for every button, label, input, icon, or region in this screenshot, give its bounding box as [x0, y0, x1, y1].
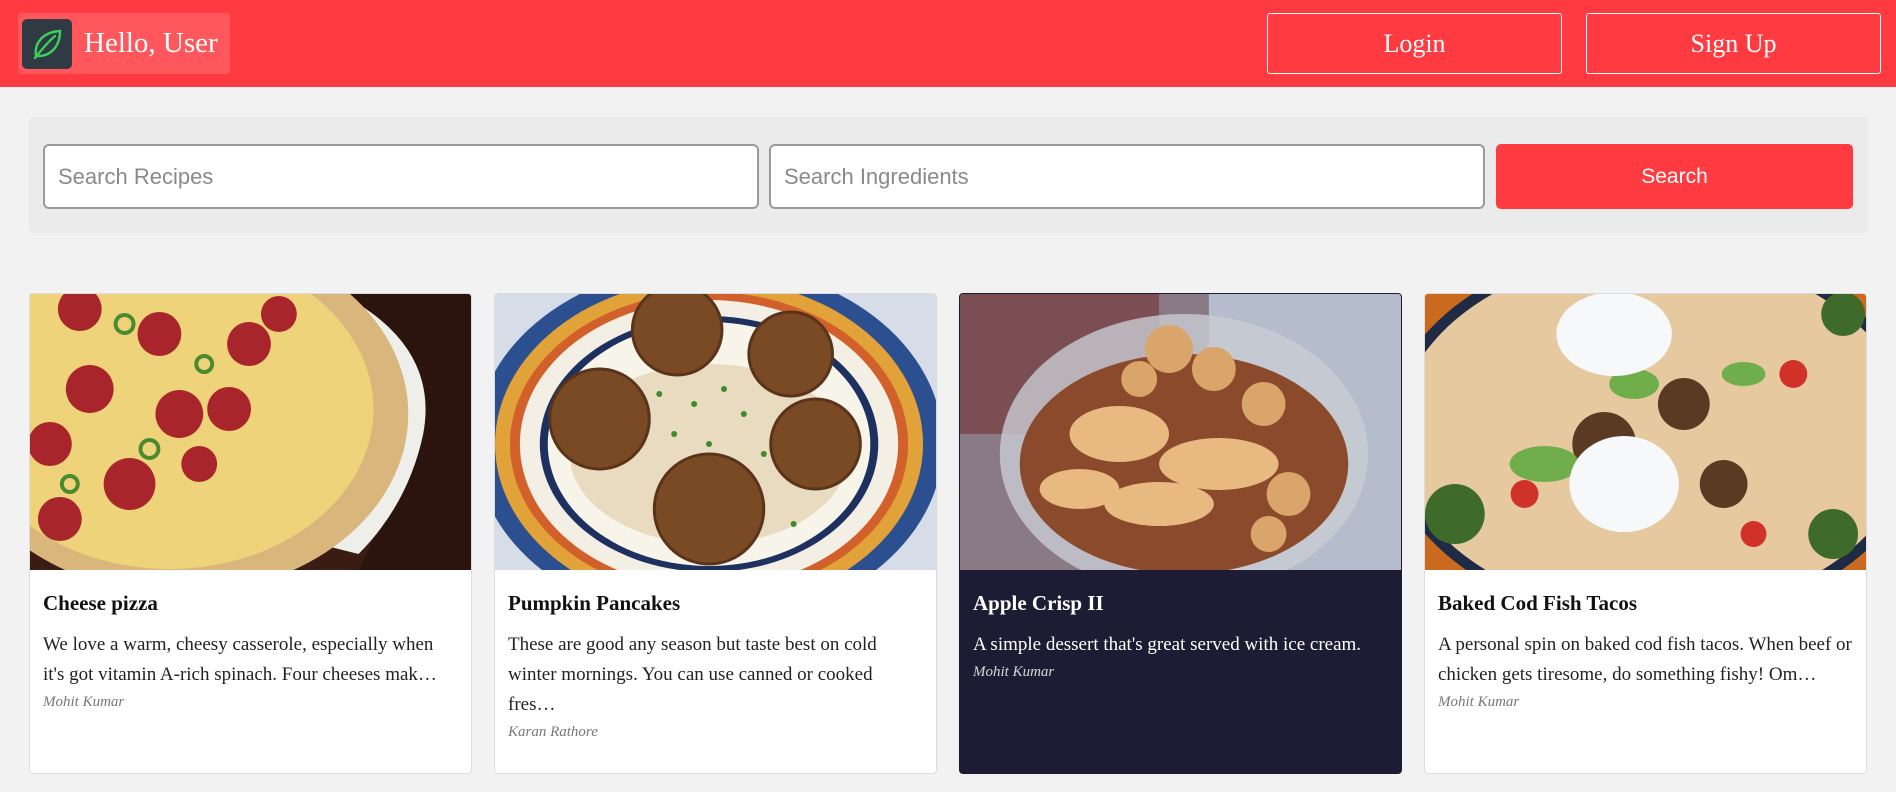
recipe-image-pancakes	[495, 294, 936, 570]
recipe-description: We love a warm, cheesy casserole, especi…	[43, 634, 437, 686]
recipe-description: These are good any season but taste best…	[508, 634, 877, 716]
leaf-icon	[22, 18, 72, 69]
brand-greeting[interactable]: Hello, User	[18, 13, 230, 74]
greeting-text: Hello, User	[84, 27, 218, 59]
search-button[interactable]: Search	[1496, 144, 1853, 209]
search-recipes-input[interactable]	[43, 144, 759, 209]
recipe-author: Karan Rathore	[508, 724, 598, 741]
recipe-card[interactable]: Cheese pizza We love a warm, cheesy cass…	[29, 293, 472, 774]
signup-button[interactable]: Sign Up	[1586, 13, 1881, 74]
top-navbar: Hello, User Login Sign Up	[0, 0, 1896, 87]
search-panel: Search	[29, 117, 1868, 233]
search-ingredients-input[interactable]	[769, 144, 1485, 209]
login-button[interactable]: Login	[1267, 13, 1562, 74]
recipe-image-apple-crisp	[960, 294, 1401, 570]
recipe-description: A personal spin on baked cod fish tacos.…	[1438, 634, 1852, 686]
recipe-image-fish-tacos	[1425, 294, 1866, 570]
recipe-author: Mohit Kumar	[1438, 694, 1520, 711]
recipe-image-pizza	[30, 294, 471, 570]
recipe-author: Mohit Kumar	[43, 694, 125, 711]
recipe-title[interactable]: Cheese pizza	[43, 590, 458, 617]
recipe-title[interactable]: Apple Crisp II	[973, 590, 1388, 617]
recipe-card[interactable]: Apple Crisp II A simple dessert that's g…	[959, 293, 1402, 774]
recipe-author: Mohit Kumar	[973, 664, 1055, 681]
recipe-title[interactable]: Pumpkin Pancakes	[508, 590, 923, 617]
recipe-title[interactable]: Baked Cod Fish Tacos	[1438, 590, 1853, 617]
recipe-description: A simple dessert that's great served wit…	[973, 634, 1362, 656]
recipe-card[interactable]: Baked Cod Fish Tacos A personal spin on …	[1424, 293, 1867, 774]
recipe-card[interactable]: Pumpkin Pancakes These are good any seas…	[494, 293, 937, 774]
